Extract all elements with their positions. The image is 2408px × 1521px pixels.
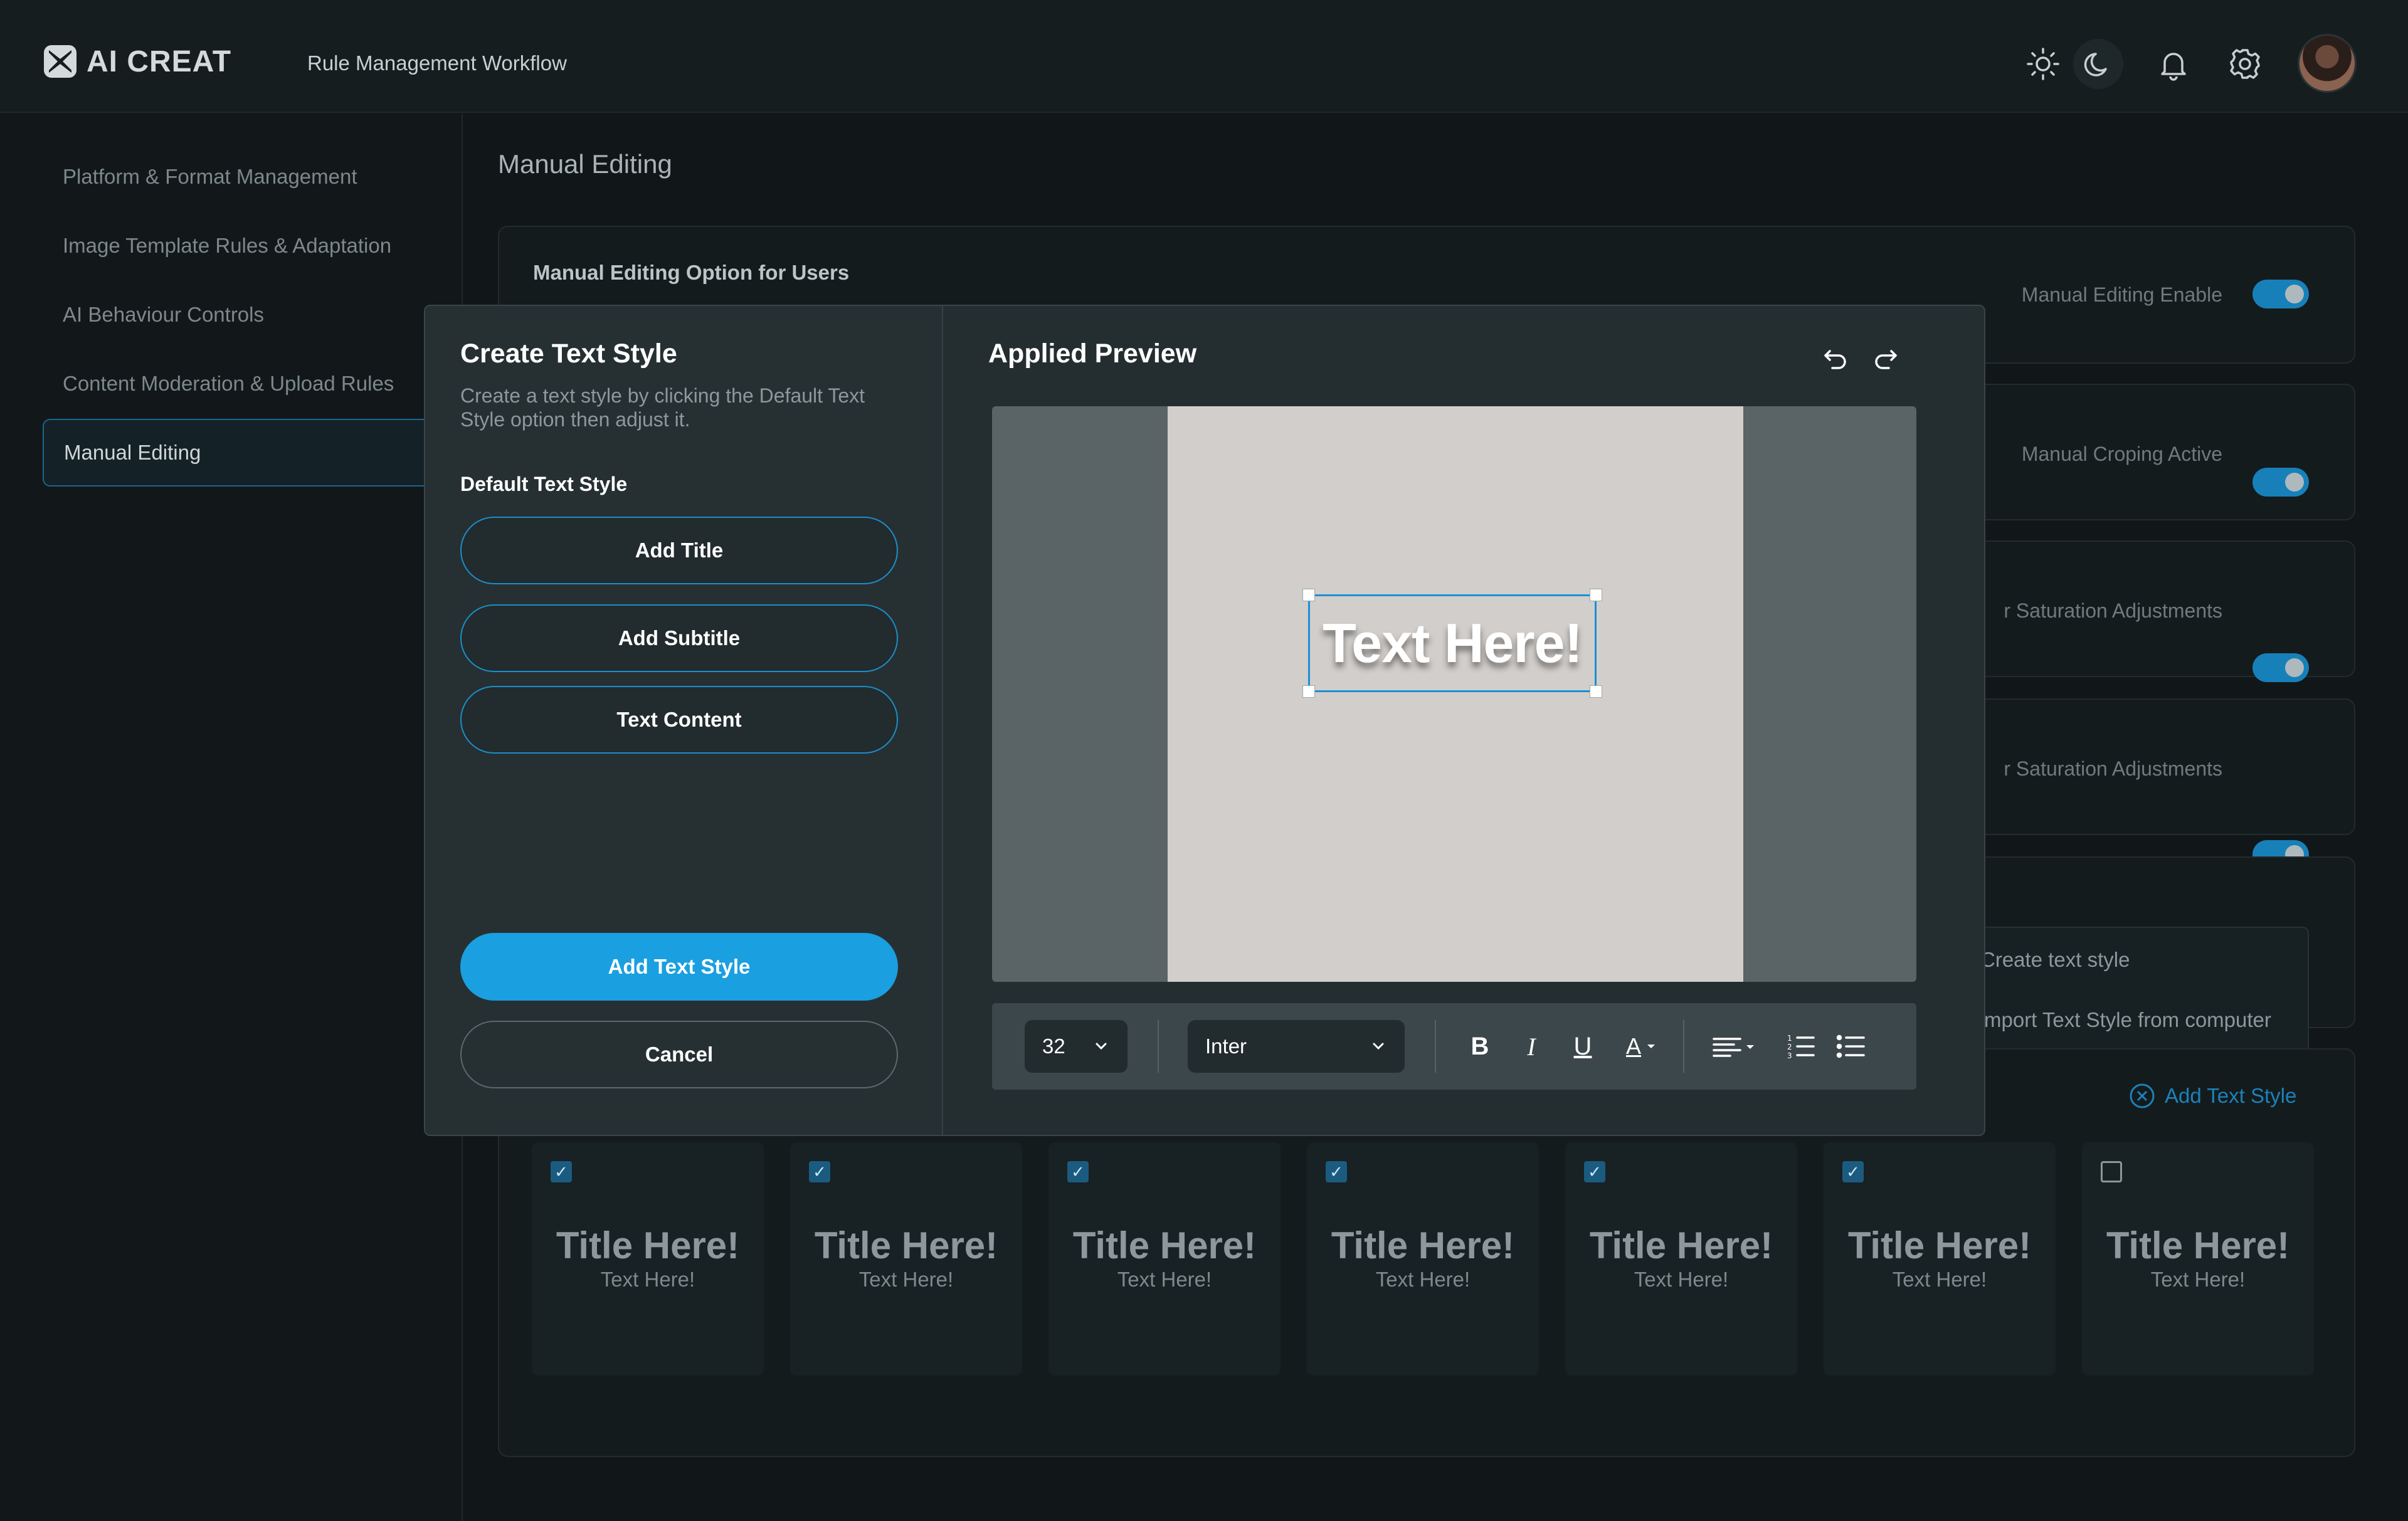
tile-checkbox[interactable]: ✓: [809, 1161, 830, 1182]
font-size-select[interactable]: 32: [1025, 1020, 1127, 1073]
add-text-style-link[interactable]: Add Text Style: [2128, 1082, 2296, 1110]
align-left-button[interactable]: [1702, 1020, 1765, 1073]
app-title: Rule Management Workflow: [307, 51, 567, 75]
tile-text: Text Here!: [600, 1268, 695, 1291]
sidebar-item-platform-format[interactable]: Platform & Format Management: [43, 143, 469, 211]
sidebar-item-image-template-rules[interactable]: Image Template Rules & Adaptation: [43, 212, 469, 280]
tile-checkbox[interactable]: ✓: [551, 1161, 572, 1182]
bold-button[interactable]: B: [1462, 1020, 1497, 1073]
svg-text:3: 3: [1787, 1051, 1792, 1060]
modal-description: Create a text style by clicking the Defa…: [460, 384, 865, 431]
toolbar-divider: [1435, 1020, 1436, 1073]
tile-text: Text Here!: [1375, 1268, 1471, 1291]
add-circle-icon: [2130, 1083, 2155, 1108]
text-style-tile[interactable]: ✓ Title Here! Text Here!: [1824, 1142, 2056, 1376]
add-text-style-link-label: Add Text Style: [2165, 1084, 2297, 1107]
menu-item-import-text-style[interactable]: mport Text Style from computer: [1984, 1008, 2271, 1032]
tile-checkbox[interactable]: ✓: [1584, 1161, 1605, 1182]
tile-text: Text Here!: [1892, 1268, 1987, 1291]
cancel-button[interactable]: Cancel: [460, 1021, 898, 1088]
tile-checkbox[interactable]: ✓: [1067, 1161, 1089, 1182]
tile-checkbox[interactable]: [2101, 1161, 2122, 1182]
page-title: Manual Editing: [498, 149, 672, 179]
gear-icon[interactable]: [2220, 39, 2270, 89]
font-family-value: Inter: [1205, 1034, 1247, 1058]
chevron-down-icon: [1373, 1043, 1384, 1050]
preview-area: [992, 406, 1916, 982]
bullet-list-button[interactable]: [1834, 1020, 1869, 1073]
manual-editing-toggle[interactable]: [2252, 280, 2309, 308]
numbered-list-button[interactable]: 1 2 3: [1783, 1020, 1819, 1073]
text-style-tile[interactable]: ✓ Title Here! Text Here!: [1048, 1142, 1281, 1376]
tile-title: Title Here!: [556, 1224, 740, 1266]
tile-text: Text Here!: [858, 1268, 954, 1291]
chevron-down-icon: [1096, 1043, 1107, 1050]
numbered-list-icon: 1 2 3: [1787, 1034, 1815, 1060]
text-style-tile[interactable]: ✓ Title Here! Text Here!: [1307, 1142, 1539, 1376]
sidebar-item-manual-editing[interactable]: Manual Editing: [43, 419, 469, 487]
toolbar-divider: [1158, 1020, 1159, 1073]
sidebar-item-ai-behaviour[interactable]: AI Behaviour Controls: [43, 281, 469, 349]
underline-button[interactable]: U: [1565, 1020, 1600, 1073]
font-family-select[interactable]: Inter: [1188, 1020, 1405, 1073]
add-subtitle-button[interactable]: Add Subtitle: [460, 604, 898, 672]
saturation-toggle-1[interactable]: [2252, 653, 2309, 682]
default-text-style-heading: Default Text Style: [460, 473, 628, 495]
text-style-tile[interactable]: ✓ Title Here! Text Here!: [1565, 1142, 1797, 1376]
svg-text:1: 1: [1787, 1034, 1792, 1043]
cropping-toggle[interactable]: [2252, 468, 2309, 497]
preview-text: Text Here!: [1323, 612, 1583, 674]
create-text-style-modal: Create Text Style Create a text style by…: [424, 305, 1985, 1136]
tile-title: Title Here!: [1847, 1224, 2032, 1266]
undo-icon[interactable]: [1820, 344, 1851, 375]
font-size-value: 32: [1042, 1034, 1065, 1058]
sun-icon[interactable]: [2018, 39, 2068, 89]
tile-title: Title Here!: [1072, 1224, 1257, 1266]
bullet-list-icon: [1836, 1034, 1865, 1058]
tile-title: Title Here!: [1589, 1224, 1773, 1266]
italic-button[interactable]: I: [1514, 1020, 1549, 1073]
add-text-style-button[interactable]: Add Text Style: [460, 933, 898, 1001]
modal-title: Create Text Style: [460, 339, 677, 369]
tile-title: Title Here!: [814, 1224, 998, 1266]
text-style-tile[interactable]: Title Here! Text Here!: [2082, 1142, 2314, 1376]
toolbar-divider: [1683, 1020, 1684, 1073]
bell-icon[interactable]: [2148, 39, 2199, 89]
preview-title: Applied Preview: [988, 339, 1197, 369]
tile-title: Title Here!: [2106, 1224, 2290, 1266]
avatar[interactable]: [2298, 34, 2357, 93]
caret-down-icon: [1647, 1045, 1655, 1048]
selected-text-box[interactable]: Text Here!: [1302, 589, 1602, 698]
toggle-label-manual-editing: Manual Editing Enable: [2021, 283, 2222, 306]
tile-text: Text Here!: [1634, 1268, 1729, 1291]
redo-icon[interactable]: [1870, 344, 1901, 375]
sidebar-item-content-moderation[interactable]: Content Moderation & Upload Rules: [43, 350, 469, 418]
text-content-button[interactable]: Text Content: [460, 686, 898, 754]
menu-item-create-text-style[interactable]: Create text style: [1980, 948, 2130, 972]
tile-text: Text Here!: [1117, 1268, 1212, 1291]
tile-checkbox[interactable]: ✓: [1326, 1161, 1347, 1182]
text-color-label: A: [1625, 1033, 1641, 1059]
align-left-icon: [1713, 1038, 1754, 1057]
add-title-button[interactable]: Add Title: [460, 517, 898, 584]
logo-icon: [44, 45, 77, 78]
logo-text: AI CREAT: [87, 45, 232, 78]
moon-icon[interactable]: [2073, 39, 2123, 89]
tile-text: Text Here!: [2150, 1268, 2246, 1291]
app-logo[interactable]: AI CREAT: [43, 44, 231, 79]
svg-text:2: 2: [1787, 1043, 1792, 1051]
text-format-toolbar: 32 Inter B I U A 1 2 3: [992, 1003, 1916, 1090]
section-label: Manual Editing Option for Users: [533, 261, 850, 284]
text-style-tile[interactable]: ✓ Title Here! Text Here!: [790, 1142, 1022, 1376]
text-style-tile[interactable]: ✓ Title Here! Text Here!: [532, 1142, 764, 1376]
tile-title: Title Here!: [1331, 1224, 1515, 1266]
tile-checkbox[interactable]: ✓: [1842, 1161, 1864, 1182]
preview-canvas: [1168, 406, 1743, 982]
text-color-button[interactable]: A: [1617, 1020, 1667, 1073]
